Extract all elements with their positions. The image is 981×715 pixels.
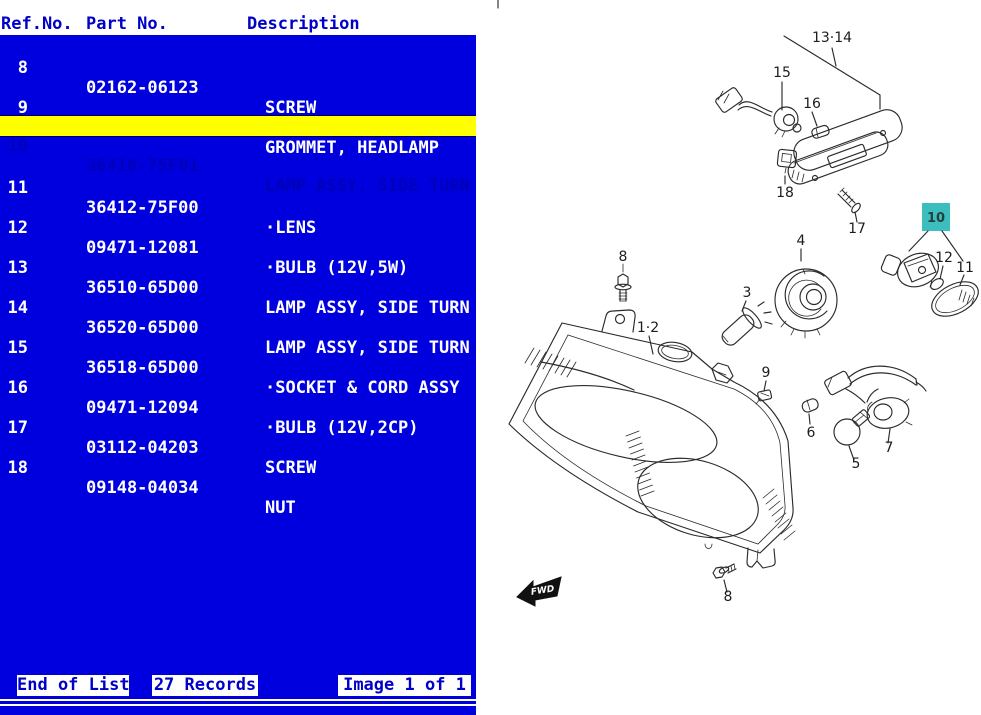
- diagram-panel: 10: [476, 0, 981, 715]
- cell-desc: ·LENS: [265, 218, 316, 238]
- status-image-page: Image 1 of 1: [338, 675, 471, 696]
- clip-9-art: [756, 381, 772, 404]
- callout-6: 6: [807, 425, 816, 441]
- cell-desc: LAMP ASSY, SIDE TURN: [265, 298, 470, 318]
- cell-ref: 10: [0, 136, 28, 156]
- callout-7: 7: [885, 440, 894, 456]
- cell-ref: 17: [0, 418, 28, 438]
- callout-3: 3: [743, 285, 752, 301]
- callout-13-14: 13·14: [812, 30, 852, 46]
- callout-12: 12: [935, 250, 953, 266]
- table-row-selected[interactable]: 10 36410-75F01 LAMP ASSY, SIDE TURN: [0, 115, 476, 137]
- cell-ref: 11: [0, 178, 28, 198]
- cell-part: 09148-04034: [86, 478, 199, 498]
- cell-desc: ·BULB (12V,2CP): [265, 418, 419, 438]
- column-header-description: Description: [247, 14, 360, 34]
- socket-7-art: [824, 366, 926, 443]
- bulb-6-art: [801, 397, 820, 424]
- screw-8-top-art: [615, 264, 631, 301]
- parts-catalog-screen: Ref.No. Part No. Description 8 02162-061…: [0, 0, 981, 715]
- table-row[interactable]: 12 09471-12081 ·BULB (12V,5W): [0, 198, 476, 218]
- cell-ref: 13: [0, 258, 28, 278]
- table-row[interactable]: 16 09471-12094 ·BULB (12V,2CP): [0, 358, 476, 378]
- callout-5: 5: [852, 456, 861, 472]
- socket-cord-art: [715, 82, 801, 137]
- cell-desc: ·SOCKET & CORD ASSY: [265, 378, 459, 398]
- parts-list-panel: Ref.No. Part No. Description 8 02162-061…: [0, 0, 476, 715]
- bottom-separator-band: [0, 697, 476, 715]
- callout-8-top: 8: [619, 249, 628, 265]
- table-row[interactable]: 14 36520-65D00 LAMP ASSY, SIDE TURN: [0, 278, 476, 298]
- fwd-direction-arrow: FWD: [517, 577, 561, 606]
- cell-ref: 12: [0, 218, 28, 238]
- table-row[interactable]: 15 36518-65D00 ·SOCKET & CORD ASSY: [0, 318, 476, 338]
- cell-desc: NUT: [265, 498, 296, 518]
- table-row[interactable]: 17 03112-04203 SCREW: [0, 398, 476, 418]
- callout-4: 4: [797, 233, 806, 249]
- callout-10-label: 10: [927, 211, 945, 226]
- cell-ref: 18: [0, 458, 28, 478]
- cell-ref: 15: [0, 338, 28, 358]
- table-row[interactable]: 18 09148-04034 NUT: [0, 438, 476, 458]
- callout-8-bottom: 8: [724, 589, 733, 605]
- callout-1-2: 1·2: [637, 320, 659, 336]
- table-row[interactable]: 8 02162-06123 SCREW: [0, 38, 476, 58]
- callout-11: 11: [956, 260, 974, 276]
- screw-17-art: [838, 188, 862, 222]
- callout-15: 15: [773, 65, 791, 81]
- headlamp-exploded-diagram: 10: [476, 0, 981, 715]
- cell-desc: LAMP ASSY, SIDE TURN: [265, 338, 470, 358]
- cell-ref: 16: [0, 378, 28, 398]
- cell-desc: LAMP ASSY, SIDE TURN: [265, 176, 470, 196]
- headlamp-unit-art: [509, 310, 795, 568]
- column-header-part: Part No.: [86, 14, 168, 34]
- callout-17: 17: [848, 221, 866, 237]
- side-turn-lens-art: [926, 275, 981, 324]
- cell-desc: GROMMET, HEADLAMP: [265, 138, 439, 158]
- callout-9: 9: [762, 365, 771, 381]
- separator-line: [0, 699, 476, 701]
- callout-10-highlight[interactable]: 10: [922, 203, 950, 231]
- status-end-of-list: End of List: [17, 675, 129, 696]
- headlamp-grommet-art: [775, 249, 837, 338]
- table-row[interactable]: 13 36510-65D00 LAMP ASSY, SIDE TURN: [0, 238, 476, 258]
- cell-desc: ·BULB (12V,5W): [265, 258, 408, 278]
- separator-line: [0, 704, 476, 706]
- status-record-count: 27 Records: [152, 675, 258, 696]
- callout-18: 18: [776, 185, 794, 201]
- table-row[interactable]: 11 36412-75F00 ·LENS: [0, 158, 476, 178]
- bulb-5-art: [834, 409, 870, 460]
- side-turn-bulb-art: [929, 266, 946, 292]
- column-header-ref: Ref.No.: [1, 14, 73, 34]
- headlamp-bulb-art: [719, 301, 772, 348]
- table-row[interactable]: 9 35153-60G00 GROMMET, HEADLAMP: [0, 78, 476, 98]
- callout-16: 16: [803, 96, 821, 112]
- screw-8-bottom-art: [713, 564, 736, 592]
- cell-ref: 8: [0, 58, 28, 78]
- cell-ref: 14: [0, 298, 28, 318]
- cell-desc: SCREW: [265, 458, 316, 478]
